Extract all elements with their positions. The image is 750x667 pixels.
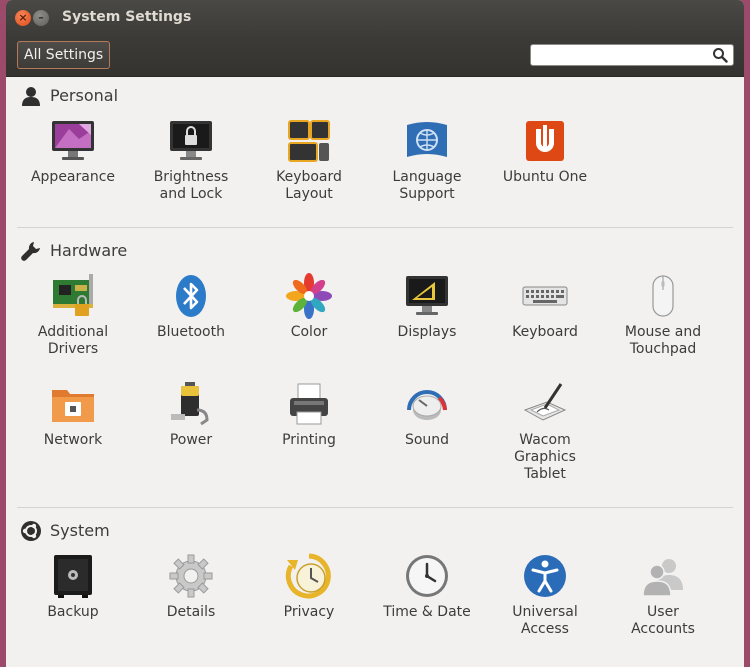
keyboard-layout-icon: [288, 120, 330, 162]
battery-plug-icon: [171, 382, 209, 426]
item-time-date[interactable]: Time & Date: [368, 552, 486, 621]
item-label: Backup: [47, 604, 99, 620]
item-additional-drivers[interactable]: Additional Drivers: [14, 272, 132, 358]
item-displays[interactable]: Displays: [368, 272, 486, 341]
graphics-tablet-icon: [523, 383, 567, 421]
settings-content: Personal Appearance Brightness and Lock …: [6, 77, 744, 667]
item-keyboard[interactable]: Keyboard: [486, 272, 604, 341]
section-system-title: System: [50, 521, 110, 540]
item-sound[interactable]: Sound: [368, 380, 486, 449]
item-mouse-touchpad[interactable]: Mouse and Touchpad: [604, 272, 722, 358]
item-color[interactable]: Color: [250, 272, 368, 341]
item-label: Displays: [397, 324, 457, 340]
item-label: User Accounts: [631, 604, 695, 637]
item-label: Color: [290, 324, 328, 340]
item-label: Additional Drivers: [37, 324, 109, 357]
item-bluetooth[interactable]: Bluetooth: [132, 272, 250, 341]
window-title: System Settings: [62, 9, 192, 25]
settings-window: × – System Settings All Settings Persona…: [6, 0, 744, 667]
title-bar: × – System Settings: [6, 0, 744, 36]
color-flower-icon: [286, 273, 332, 319]
minimize-icon[interactable]: –: [33, 10, 49, 26]
item-label: Wacom Graphics Tablet: [514, 432, 576, 482]
item-ubuntu-one[interactable]: Ubuntu One: [486, 117, 604, 186]
clock-icon: [406, 555, 448, 597]
item-printing[interactable]: Printing: [250, 380, 368, 449]
search-icon[interactable]: [712, 47, 728, 63]
item-label: Universal Access: [512, 604, 578, 637]
users-icon: [642, 559, 683, 597]
item-details[interactable]: Details: [132, 552, 250, 621]
item-label: Network: [43, 432, 103, 448]
wrench-icon: [21, 242, 40, 261]
item-label: Appearance: [30, 169, 116, 185]
accessibility-icon: [524, 555, 566, 597]
item-appearance[interactable]: Appearance: [14, 117, 132, 186]
item-label: Keyboard: [512, 324, 578, 340]
lock-screen-icon: [170, 121, 212, 160]
ubuntu-logo-icon: [21, 521, 41, 541]
network-folder-icon: [52, 390, 94, 422]
item-label: Printing: [282, 432, 336, 448]
item-label: Bluetooth: [157, 324, 225, 340]
person-icon: [22, 87, 40, 106]
section-personal-title: Personal: [50, 86, 119, 105]
language-flag-icon: [407, 122, 447, 157]
item-power[interactable]: Power: [132, 380, 250, 449]
item-label: Power: [169, 432, 213, 448]
item-universal-access[interactable]: Universal Access: [486, 552, 604, 638]
item-brightness-lock[interactable]: Brightness and Lock: [132, 117, 250, 203]
item-user-accounts[interactable]: User Accounts: [604, 552, 722, 638]
all-settings-button[interactable]: All Settings: [17, 41, 111, 69]
search-box[interactable]: [530, 44, 734, 66]
keyboard-icon: [522, 286, 568, 306]
item-label: Mouse and Touchpad: [624, 324, 702, 357]
mouse-icon: [652, 275, 674, 317]
item-label: Keyboard Layout: [276, 169, 342, 202]
ubuntu-one-icon: [526, 121, 564, 161]
driver-chip-icon: [53, 274, 93, 316]
search-input[interactable]: [535, 46, 709, 66]
display-monitor-icon: [406, 276, 448, 315]
item-label: Brightness and Lock: [153, 169, 229, 202]
bluetooth-icon: [176, 275, 206, 317]
section-hardware-title: Hardware: [50, 241, 128, 260]
item-label: Privacy: [283, 604, 335, 620]
item-label: Details: [166, 604, 216, 620]
backup-safe-icon: [54, 555, 92, 598]
item-label: Sound: [404, 432, 450, 448]
item-keyboard-layout[interactable]: Keyboard Layout: [250, 117, 368, 203]
item-label: Ubuntu One: [502, 169, 588, 185]
gear-icon: [169, 554, 213, 598]
item-language-support[interactable]: Language Support: [368, 117, 486, 203]
section-divider: [17, 507, 733, 508]
item-backup[interactable]: Backup: [14, 552, 132, 621]
item-label: Time & Date: [383, 604, 471, 620]
toolbar: All Settings: [6, 36, 744, 77]
item-label: Language Support: [392, 169, 462, 202]
privacy-clock-icon: [285, 553, 331, 599]
item-network[interactable]: Network: [14, 380, 132, 449]
volume-knob-icon: [407, 390, 447, 420]
item-wacom-tablet[interactable]: Wacom Graphics Tablet: [486, 380, 604, 483]
printer-icon: [290, 383, 328, 425]
appearance-icon: [52, 121, 94, 160]
section-divider: [17, 227, 733, 228]
close-icon[interactable]: ×: [15, 10, 31, 26]
item-privacy[interactable]: Privacy: [250, 552, 368, 621]
